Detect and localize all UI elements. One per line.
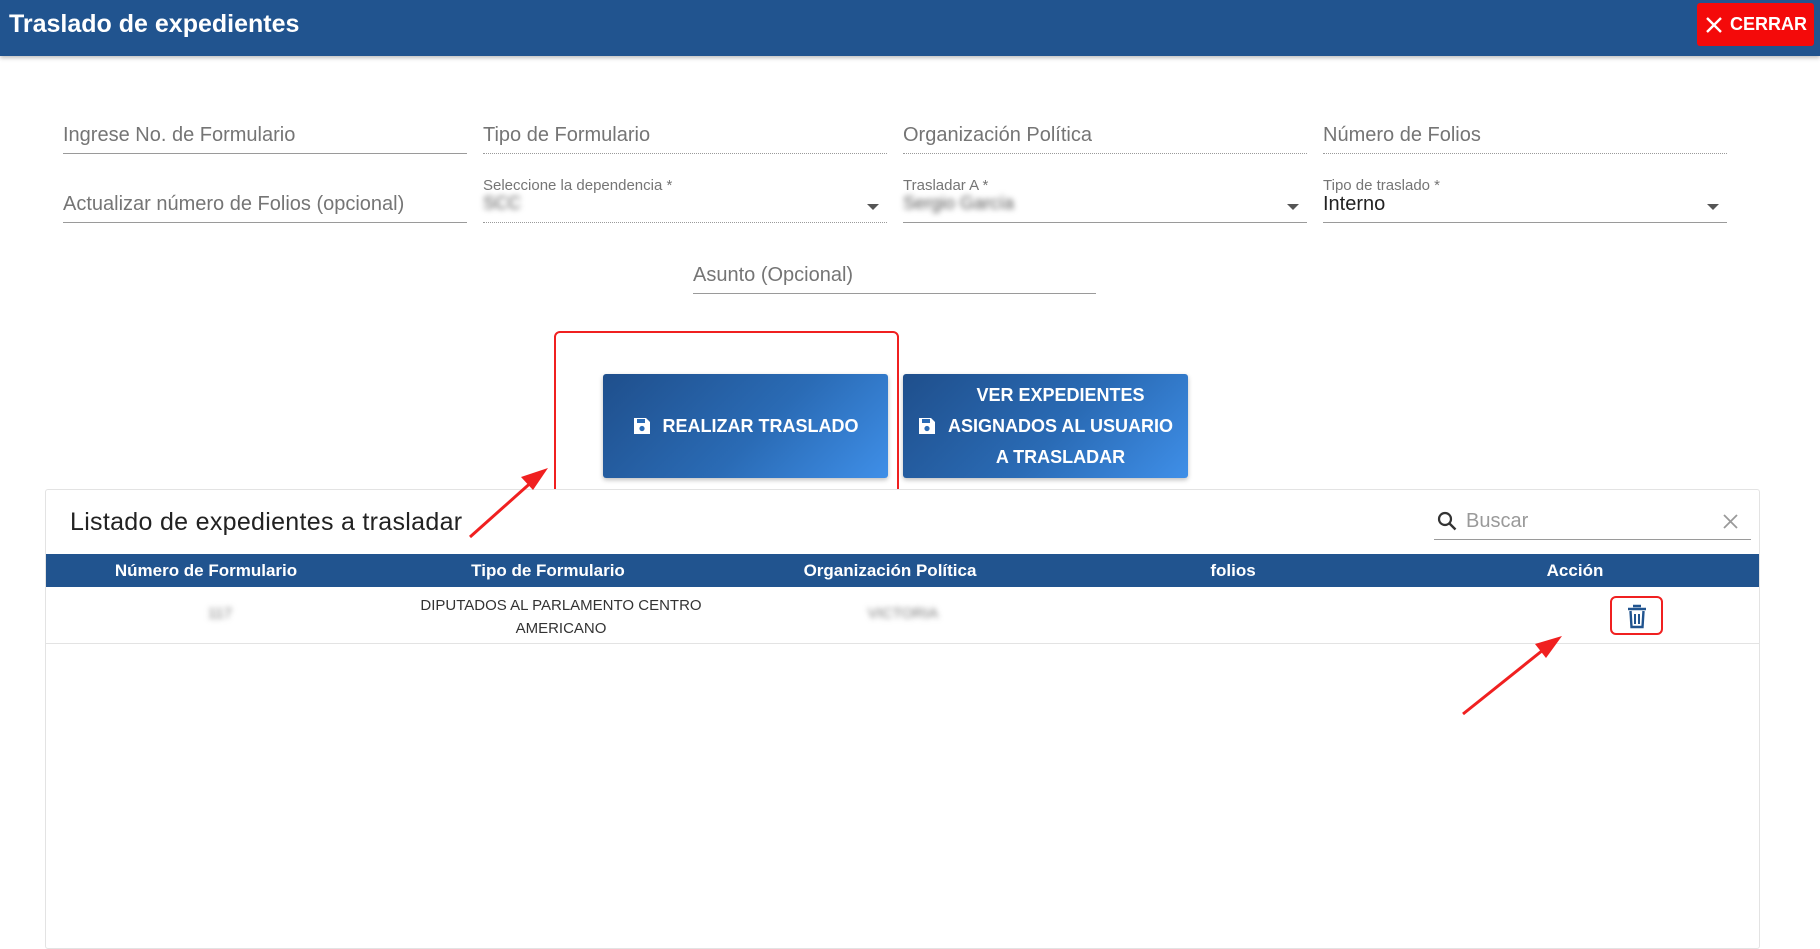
formulario-placeholder: Ingrese No. de Formulario — [63, 124, 296, 146]
tipo-formulario-field: Tipo de Formulario — [483, 114, 887, 154]
realizar-traslado-label: REALIZAR TRASLADO — [662, 415, 859, 436]
organizacion-field: Organización Política — [903, 114, 1307, 154]
column-accion: Acción — [1546, 561, 1604, 580]
column-folios: folios — [1210, 561, 1256, 580]
chevron-down-icon — [867, 204, 879, 210]
search-field[interactable] — [1434, 503, 1751, 540]
dependencia-select[interactable]: Seleccione la dependencia * SCC — [483, 177, 887, 223]
close-button-label: CERRAR — [1729, 14, 1807, 34]
ver-expedientes-line-1: VER EXPEDIENTES — [976, 384, 1145, 405]
table-header: Número de Formulario Tipo de Formulario … — [46, 554, 1759, 587]
row-tipo-line-1: DIPUTADOS AL PARLAMENTO CENTRO — [420, 597, 702, 614]
search-icon — [1437, 511, 1457, 531]
folios-field: Número de Folios — [1323, 114, 1727, 154]
actualizar-folios-input[interactable]: Actualizar número de Folios (opcional) — [63, 183, 467, 223]
asunto-input[interactable]: Asunto (Opcional) — [693, 254, 1096, 294]
ver-expedientes-line-2: ASIGNADOS AL USUARIO — [947, 415, 1174, 436]
ver-expedientes-label: VER EXPEDIENTES ASIGNADOS AL USUARIO A T… — [948, 380, 1173, 473]
chevron-down-icon — [1287, 204, 1299, 210]
asunto-placeholder: Asunto (Opcional) — [693, 264, 854, 286]
close-button[interactable]: CERRAR — [1697, 3, 1814, 46]
top-bar: Traslado de expedientes CERRAR — [0, 0, 1820, 56]
column-organizacion-politica: Organización Política — [803, 561, 977, 580]
trasladar-label: Trasladar A * — [903, 177, 989, 194]
trash-icon — [1627, 604, 1646, 628]
ver-expedientes-line-3: A TRASLADAR — [995, 446, 1126, 467]
trasladar-value: Sergio García — [903, 193, 1015, 213]
row-organizacion: VICTORIA — [867, 605, 939, 622]
folios-placeholder: Número de Folios — [1323, 124, 1481, 146]
column-tipo-formulario: Tipo de Formulario — [471, 561, 625, 580]
realizar-traslado-button[interactable]: REALIZAR TRASLADO — [603, 374, 888, 478]
delete-button[interactable] — [1610, 596, 1663, 635]
chevron-down-icon — [1707, 204, 1719, 210]
page-title: Traslado de expedientes — [9, 10, 300, 38]
search-input[interactable] — [1466, 507, 1706, 535]
dependencia-value: SCC — [483, 193, 522, 213]
clear-icon[interactable] — [1722, 513, 1739, 530]
row-tipo-line-2: AMERICANO — [515, 620, 607, 637]
row-tipo: DIPUTADOS AL PARLAMENTO CENTRO AMERICANO — [420, 594, 701, 640]
tipo-traslado-value: Interno — [1323, 193, 1386, 215]
tipo-traslado-select[interactable]: Tipo de traslado * Interno — [1323, 177, 1727, 223]
floppy-disk-icon — [918, 418, 935, 434]
formulario-input[interactable]: Ingrese No. de Formulario — [63, 114, 467, 154]
table-row: 117 DIPUTADOS AL PARLAMENTO CENTRO AMERI… — [46, 587, 1759, 644]
dependencia-label: Seleccione la dependencia * — [483, 177, 673, 194]
tipo-traslado-label: Tipo de traslado * — [1323, 177, 1441, 194]
column-numero-formulario: Número de Formulario — [114, 561, 298, 580]
tipo-formulario-placeholder: Tipo de Formulario — [483, 124, 651, 146]
organizacion-placeholder: Organización Política — [903, 124, 1092, 146]
floppy-disk-icon — [633, 418, 650, 434]
close-icon — [1706, 16, 1722, 33]
actualizar-folios-placeholder: Actualizar número de Folios (opcional) — [63, 193, 405, 215]
row-numero: 117 — [208, 605, 232, 622]
ver-expedientes-button[interactable]: VER EXPEDIENTES ASIGNADOS AL USUARIO A T… — [903, 374, 1188, 478]
list-title: Listado de expedientes a trasladar — [70, 508, 463, 536]
trasladar-select[interactable]: Trasladar A * Sergio García — [903, 177, 1307, 223]
